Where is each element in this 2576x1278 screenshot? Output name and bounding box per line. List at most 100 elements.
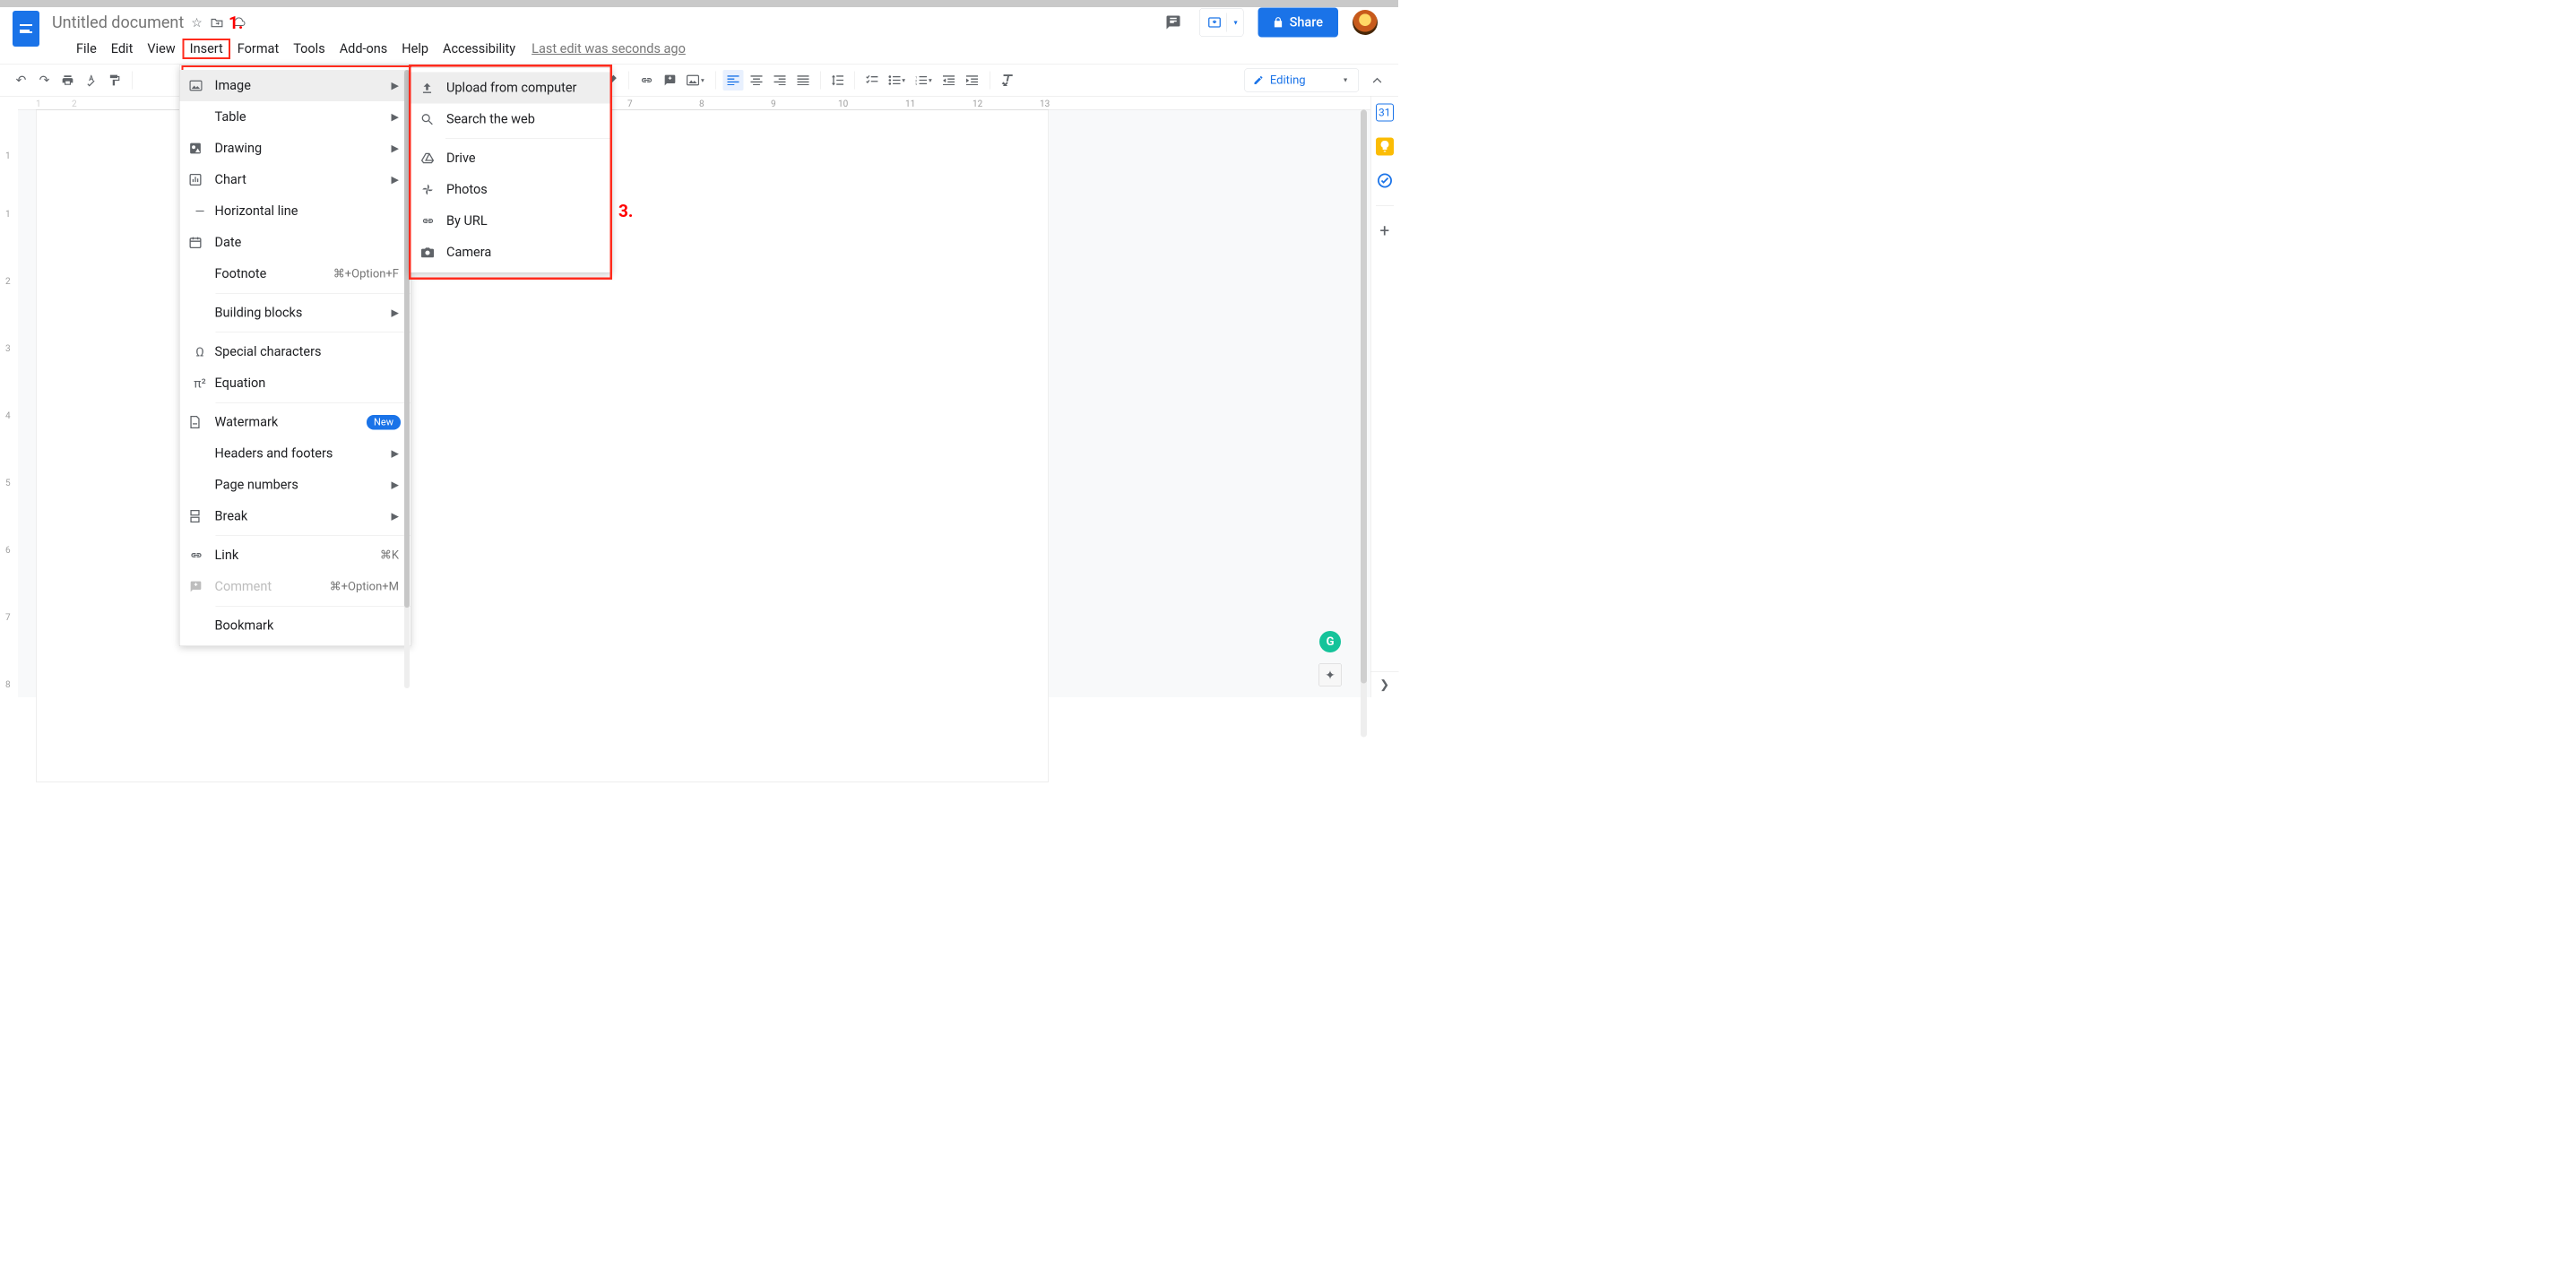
link-icon — [421, 218, 442, 225]
insert-link-button[interactable] — [636, 70, 657, 91]
numbered-list-button[interactable]: 123 ▾ — [912, 70, 936, 91]
insert-hrule[interactable]: — Horizontal line — [180, 195, 411, 227]
ruler-tick: 6 — [5, 545, 11, 556]
menu-addons[interactable]: Add-ons — [333, 39, 395, 59]
insert-image-button[interactable]: ▾ — [683, 70, 708, 91]
last-edit-link[interactable]: Last edit was seconds ago — [532, 41, 686, 56]
collapse-toolbar-button[interactable] — [1367, 70, 1387, 91]
svg-text:3: 3 — [915, 82, 917, 85]
image-photos[interactable]: Photos — [410, 174, 611, 205]
menu-tools[interactable]: Tools — [286, 39, 333, 59]
align-center-button[interactable] — [746, 70, 766, 91]
ruler-tick: 9 — [771, 99, 776, 109]
star-icon[interactable]: ☆ — [191, 15, 203, 30]
present-button[interactable]: ▼ — [1199, 8, 1243, 37]
menu-help[interactable]: Help — [394, 39, 436, 59]
redo-button[interactable]: ↷ — [34, 70, 55, 91]
vertical-ruler: 1 1 2 3 4 5 6 7 8 — [0, 97, 18, 698]
insert-equation[interactable]: π² Equation — [180, 367, 411, 399]
menu-edit[interactable]: Edit — [104, 39, 141, 59]
insert-watermark[interactable]: Watermark New — [180, 407, 411, 438]
share-button[interactable]: Share — [1258, 8, 1338, 38]
align-justify-button[interactable] — [792, 70, 813, 91]
image-submenu: Upload from computer Search the web Driv… — [410, 67, 612, 273]
insert-chart[interactable]: Chart ▶ — [180, 164, 411, 195]
insert-headers-footers[interactable]: Headers and footers ▶ — [180, 438, 411, 470]
insert-drawing[interactable]: Drawing ▶ — [180, 133, 411, 164]
comment-history-icon[interactable] — [1162, 11, 1185, 34]
document-title[interactable]: Untitled document — [52, 13, 184, 32]
bulleted-list-button[interactable]: ▾ — [885, 70, 909, 91]
submenu-arrow-icon: ▶ — [392, 80, 399, 91]
annotation-3: 3. — [618, 202, 633, 221]
image-camera[interactable]: Camera — [410, 237, 611, 268]
indent-decrease-button[interactable] — [938, 70, 959, 91]
label: Building blocks — [215, 306, 303, 321]
sidepanel-keep[interactable] — [1376, 138, 1394, 156]
menu-insert[interactable]: Insert — [183, 39, 230, 59]
line-spacing-button[interactable] — [828, 70, 847, 91]
spellcheck-button[interactable] — [81, 70, 101, 91]
align-left-button[interactable] — [722, 70, 743, 91]
move-icon[interactable] — [211, 17, 223, 28]
ruler-tick: 1 — [36, 99, 41, 109]
indent-increase-button[interactable] — [962, 70, 982, 91]
image-search-web[interactable]: Search the web — [410, 104, 611, 135]
align-right-button[interactable] — [769, 70, 790, 91]
sidepanel-calendar[interactable]: 31 — [1376, 104, 1394, 122]
insert-comment: Comment ⌘+Option+M — [180, 571, 411, 602]
label: Watermark — [215, 415, 279, 430]
image-drive[interactable]: Drive — [410, 142, 611, 174]
label: By URL — [446, 213, 488, 229]
menu-accessibility[interactable]: Accessibility — [436, 39, 523, 59]
sidepanel-collapse[interactable]: ❯ — [1370, 671, 1398, 697]
sidepanel-tasks[interactable] — [1376, 172, 1394, 190]
insert-image[interactable]: Image ▶ — [180, 70, 411, 101]
menu-format[interactable]: Format — [230, 39, 286, 59]
insert-bookmark[interactable]: Bookmark — [180, 610, 411, 642]
print-button[interactable] — [57, 70, 78, 91]
vertical-scrollbar[interactable] — [1361, 110, 1367, 738]
present-caret-icon[interactable]: ▼ — [1232, 19, 1239, 27]
insert-comment-button[interactable] — [660, 70, 680, 91]
insert-footnote[interactable]: Footnote ⌘+Option+F — [180, 258, 411, 289]
break-icon — [190, 510, 211, 522]
ruler-tick: 5 — [5, 478, 11, 488]
grammarly-widget[interactable]: G — [1319, 631, 1341, 652]
ruler-tick: 12 — [972, 99, 982, 109]
ruler-tick: 4 — [5, 410, 11, 421]
submenu-arrow-icon: ▶ — [392, 142, 399, 154]
undo-button[interactable]: ↶ — [11, 70, 31, 91]
insert-break[interactable]: Break ▶ — [180, 501, 411, 532]
new-badge: New — [367, 415, 401, 430]
menu-file[interactable]: File — [69, 39, 104, 59]
insert-page-numbers[interactable]: Page numbers ▶ — [180, 470, 411, 501]
insert-special-chars[interactable]: Ω Special characters — [180, 336, 411, 367]
submenu-arrow-icon: ▶ — [392, 174, 399, 186]
insert-dropdown: Image ▶ Table ▶ Drawing ▶ Chart ▶ — Hori… — [179, 65, 411, 647]
image-by-url[interactable]: By URL — [410, 205, 611, 237]
ruler-tick: 7 — [627, 99, 633, 109]
menu-view[interactable]: View — [140, 39, 182, 59]
ruler-tick: 1 — [5, 209, 11, 220]
caret-icon: ▾ — [929, 76, 932, 84]
sidepanel-add[interactable]: + — [1376, 222, 1394, 240]
insert-building-blocks[interactable]: Building blocks ▶ — [180, 298, 411, 329]
label: Comment — [215, 579, 272, 594]
insert-date[interactable]: Date — [180, 227, 411, 258]
label: Footnote — [215, 266, 267, 281]
explore-button[interactable]: ✦ — [1318, 663, 1342, 686]
label: Equation — [215, 376, 266, 391]
account-avatar[interactable] — [1353, 10, 1378, 35]
insert-link[interactable]: Link ⌘K — [180, 540, 411, 571]
paint-format-button[interactable] — [104, 70, 125, 91]
insert-table[interactable]: Table ▶ — [180, 101, 411, 133]
caret-icon: ▼ — [1343, 76, 1349, 84]
image-upload[interactable]: Upload from computer — [410, 73, 611, 104]
checklist-button[interactable] — [861, 70, 882, 91]
watermark-icon — [190, 416, 211, 428]
clear-formatting-button[interactable] — [997, 70, 1017, 91]
mode-editing-button[interactable]: Editing ▼ — [1244, 68, 1359, 91]
drawing-icon — [190, 142, 211, 154]
label: Page numbers — [215, 478, 298, 493]
